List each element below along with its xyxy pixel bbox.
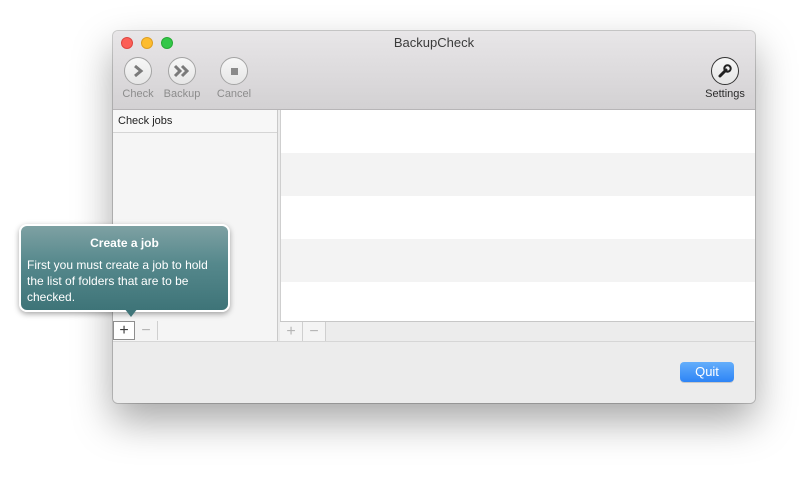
table-row[interactable] [281,110,755,153]
table-row[interactable] [281,196,755,239]
folders-button-bar: + − [280,321,754,342]
check-jobs-header: Check jobs [113,110,277,133]
table-row[interactable] [281,153,755,196]
add-job-button[interactable]: + [113,321,135,340]
backup-button[interactable]: Backup [156,57,208,100]
settings-label: Settings [705,88,745,100]
jobs-button-bar: + − [113,321,277,341]
quit-button[interactable]: Quit [680,362,734,382]
cancel-button[interactable]: Cancel [208,57,260,100]
add-folder-button[interactable]: + [280,322,303,341]
bottom-bar: Quit [113,341,755,403]
popover-arrow [124,308,138,317]
folders-table[interactable] [280,110,755,321]
backup-label: Backup [163,88,201,100]
create-job-popover: Create a job First you must create a job… [19,224,230,312]
settings-button[interactable]: Settings [699,57,751,100]
toolbar: BackupCheck Check Backup Cancel Settings [113,31,755,110]
chevron-right-icon [124,57,152,85]
popover-body: First you must create a job to hold the … [27,258,208,304]
table-row[interactable] [281,282,755,321]
app-window: BackupCheck Check Backup Cancel Settings… [113,31,755,403]
stop-icon [220,57,248,85]
window-title: BackupCheck [393,35,475,50]
table-row[interactable] [281,239,755,282]
remove-folder-button[interactable]: − [303,322,326,341]
cancel-label: Cancel [216,88,252,100]
popover-title: Create a job [90,236,159,250]
wrench-icon [711,57,739,85]
remove-job-button[interactable]: − [135,321,158,340]
double-chevron-icon [168,57,196,85]
screen: BackupCheck Check Backup Cancel Settings… [0,0,811,483]
